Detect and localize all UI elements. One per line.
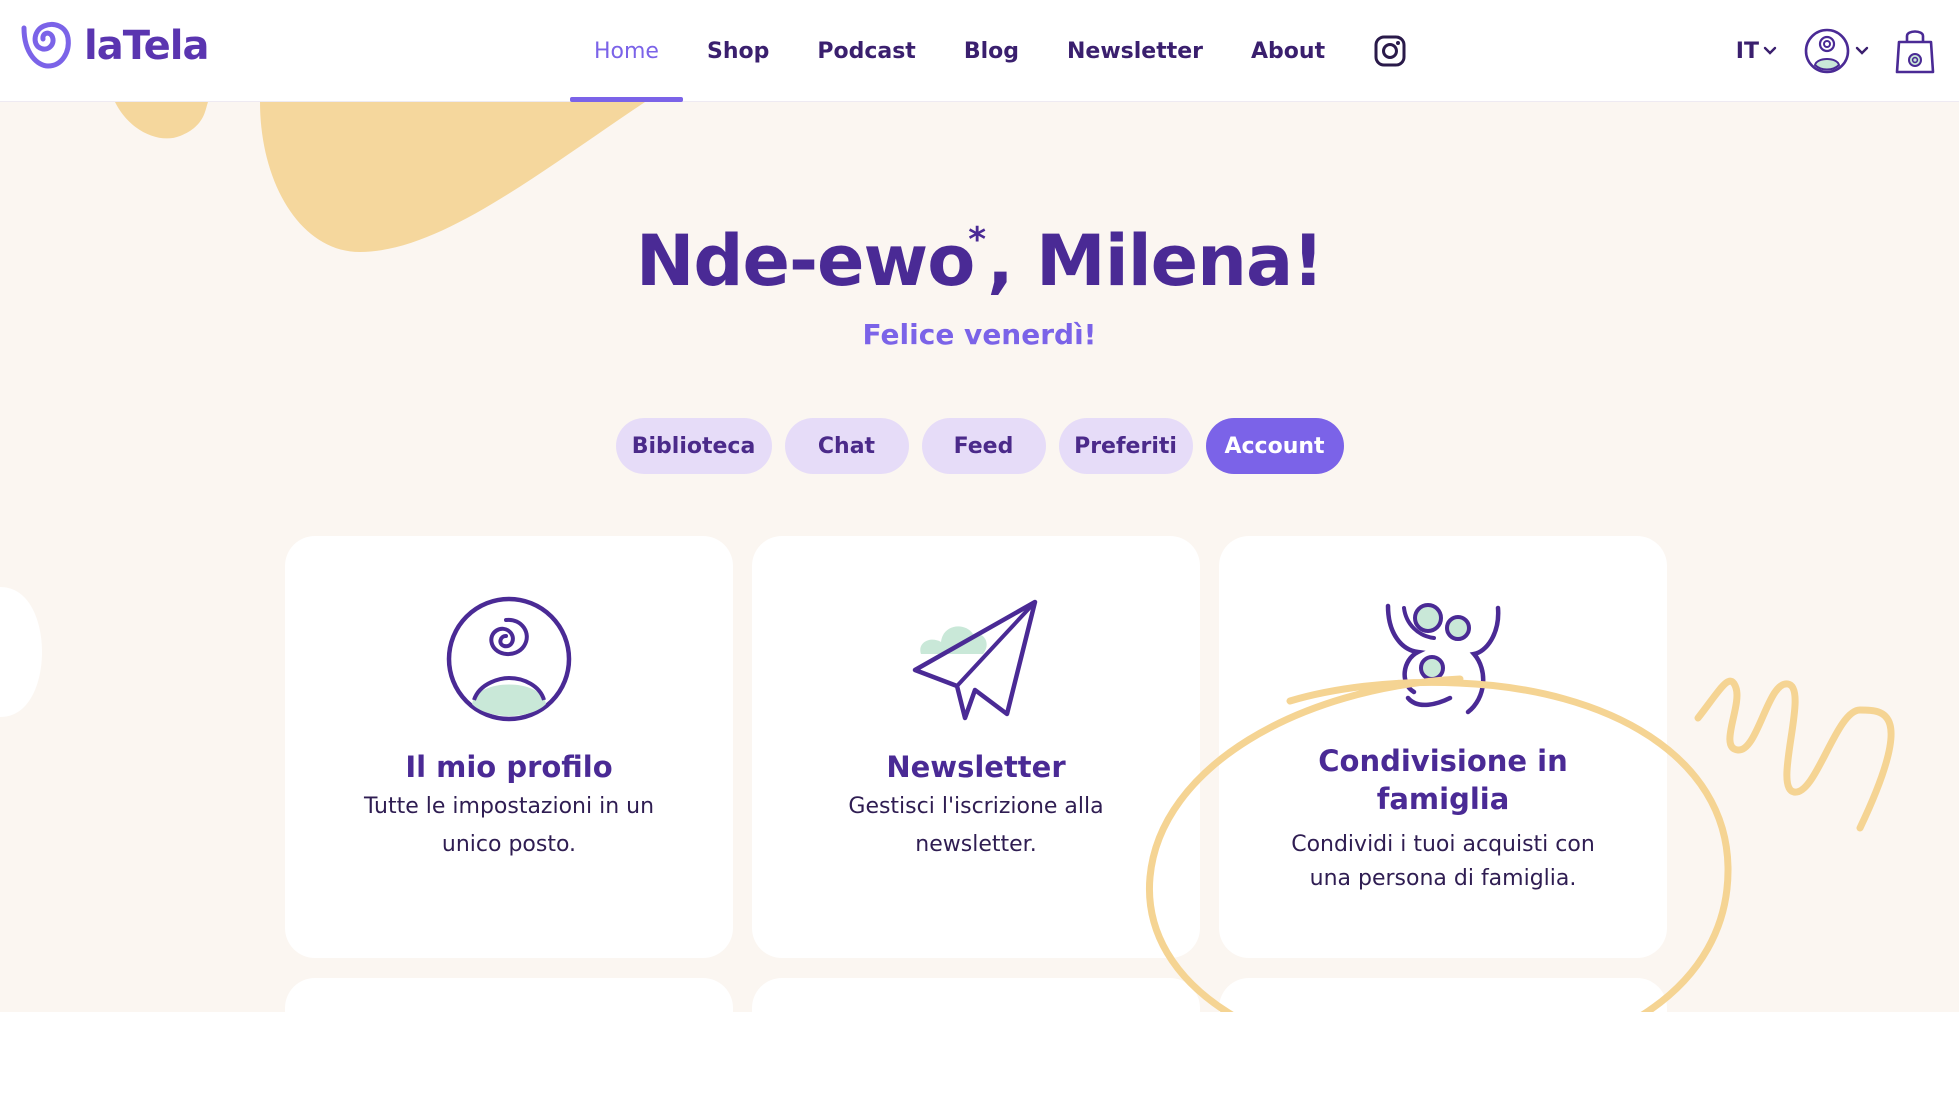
tab-account[interactable]: Account [1205, 418, 1344, 474]
card-description: unico posto. [441, 832, 577, 857]
language-selector[interactable]: IT [1736, 39, 1777, 64]
decorative-squiggle [1694, 677, 1895, 832]
greeting-heading: Nde-ewo*, Milena! [0, 220, 1959, 302]
card-description: Condividi i tuoi acquisti con [1291, 832, 1595, 857]
card-family-sharing[interactable]: Condivisione in famiglia Condividi i tuo… [1219, 536, 1667, 958]
account-dashboard: Nde-ewo*, Milena! Felice venerdì! Biblio… [0, 102, 1959, 1012]
nav-newsletter[interactable]: Newsletter [1043, 0, 1227, 102]
chevron-down-icon [1763, 46, 1777, 55]
nav-shop[interactable]: Shop [683, 0, 793, 102]
nav-podcast[interactable]: Podcast [793, 0, 939, 102]
card-stub[interactable] [752, 978, 1200, 1012]
language-label: IT [1735, 38, 1759, 64]
greeting-word: Nde-ewo [635, 220, 975, 302]
logo-spiral-icon [21, 22, 71, 69]
card-title-line: Condivisione in [1318, 744, 1568, 778]
tab-preferiti[interactable]: Preferiti [1058, 418, 1193, 474]
nav-blog[interactable]: Blog [940, 0, 1043, 102]
main-nav: Home Shop Podcast Blog Newsletter About [570, 0, 1407, 102]
card-stub[interactable] [1219, 978, 1667, 1012]
user-avatar-icon [1804, 28, 1850, 74]
tab-chat[interactable]: Chat [784, 418, 909, 474]
card-title: Il mio profilo [405, 750, 613, 784]
decorative-blob [0, 587, 42, 717]
greeting-name: , Milena! [987, 220, 1324, 302]
card-newsletter[interactable]: Newsletter Gestisci l'iscrizione alla ne… [752, 536, 1200, 958]
nav-home[interactable]: Home [570, 0, 683, 102]
card-description: Gestisci l'iscrizione alla [848, 794, 1104, 819]
header-tools: IT [1736, 0, 1935, 102]
card-title: Newsletter [886, 750, 1066, 784]
dashboard-tabs: Biblioteca Chat Feed Preferiti Account [0, 418, 1959, 474]
site-header: laTela Home Shop Podcast Blog Newsletter… [0, 0, 1959, 102]
card-description: Tutte le impostazioni in un [363, 794, 655, 819]
card-description: newsletter. [915, 832, 1037, 857]
account-cards: Il mio profilo Tutte le impostazioni in … [285, 536, 1667, 958]
card-title-line: famiglia [1376, 782, 1510, 816]
tab-biblioteca[interactable]: Biblioteca [615, 418, 772, 474]
paper-plane-icon [912, 599, 1038, 721]
logo[interactable]: laTela [18, 20, 210, 72]
instagram-icon[interactable] [1373, 34, 1407, 68]
logo-text: laTela [84, 23, 210, 69]
card-stub[interactable] [285, 978, 733, 1012]
account-menu[interactable] [1803, 27, 1869, 75]
chevron-down-icon [1855, 46, 1869, 55]
card-title: Condivisione in famiglia [1259, 742, 1627, 818]
greeting-asterisk: * [968, 220, 986, 260]
nav-about[interactable]: About [1227, 0, 1349, 102]
tab-feed[interactable]: Feed [921, 418, 1046, 474]
shopping-bag-icon[interactable] [1895, 26, 1935, 76]
account-cards-row-2 [285, 978, 1667, 1012]
greeting-subtitle: Felice venerdì! [862, 318, 1097, 351]
family-icon [1385, 603, 1501, 715]
profile-icon [446, 596, 572, 722]
card-profile[interactable]: Il mio profilo Tutte le impostazioni in … [285, 536, 733, 958]
card-description: una persona di famiglia. [1309, 866, 1577, 891]
